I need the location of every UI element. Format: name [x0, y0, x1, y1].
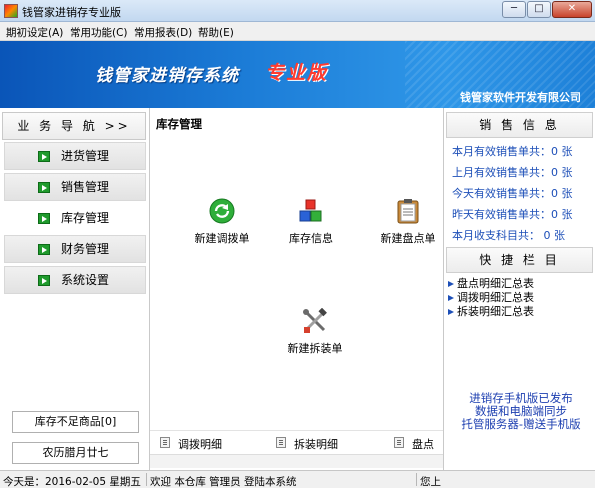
income-expense-count: 本月收支科目共： 0 张: [452, 229, 565, 242]
cubes-icon: [299, 199, 322, 222]
status-tail: 您上: [420, 476, 441, 488]
status-date: 今天是：2016-02-05 星期五: [3, 476, 141, 488]
nav-item-purchase[interactable]: 进货管理: [4, 142, 146, 170]
sales-today-count: 今天有效销售单共：0 张: [452, 187, 573, 200]
nav-item-finance[interactable]: 财务管理: [4, 235, 146, 263]
sales-last-month-count: 上月有效销售单共：0 张: [452, 166, 573, 179]
title-bar: 钱管家进销存专业版 ─ □ ✕: [0, 0, 595, 22]
window-title: 钱管家进销存专业版: [22, 6, 121, 19]
document-icon: [160, 437, 170, 448]
quick-link-assembly-summary[interactable]: 拆装明细汇总表: [448, 303, 534, 319]
nav-item-label: 销售管理: [61, 180, 110, 194]
minimize-button[interactable]: ─: [502, 1, 526, 18]
mobile-promo[interactable]: 进销存手机版已发布 数据和电脑端同步 托管服务器-赠送手机版: [450, 392, 592, 431]
tools-icon: [303, 308, 327, 333]
arrow-right-icon: [38, 151, 50, 162]
horizontal-scrollbar[interactable]: [150, 454, 443, 468]
tab-transfer-detail[interactable]: 调拨明细: [178, 436, 222, 452]
stock-shortage-button[interactable]: 库存不足商品[0]: [12, 411, 139, 433]
quick-links-header: 快 捷 栏 目: [446, 247, 593, 273]
tab-assembly-detail[interactable]: 拆装明细: [294, 436, 338, 452]
nav-item-inventory[interactable]: 库存管理: [4, 204, 146, 232]
status-separator: [146, 473, 147, 486]
bullet-arrow-icon: [448, 281, 454, 287]
page-title: 库存管理: [156, 117, 202, 131]
nav-item-label: 库存管理: [61, 211, 110, 225]
sales-month-count: 本月有效销售单共：0 张: [452, 145, 573, 158]
bullet-arrow-icon: [448, 295, 454, 301]
menu-common-reports[interactable]: 常用报表(D): [134, 25, 192, 40]
document-icon: [276, 437, 286, 448]
nav-item-label: 财务管理: [61, 242, 110, 256]
right-panel: 销 售 信 息 本月有效销售单共：0 张 上月有效销售单共：0 张 今天有效销售…: [443, 108, 595, 470]
status-welcome: 欢迎 本仓库 管理员 登陆本系统: [150, 476, 297, 488]
clipboard-icon: [397, 199, 419, 224]
arrow-right-icon: [38, 275, 50, 286]
status-separator: [416, 473, 417, 486]
status-bar: 今天是：2016-02-05 星期五 欢迎 本仓库 管理员 登陆本系统 您上: [0, 470, 595, 488]
promo-line: 托管服务器-赠送手机版: [461, 417, 581, 431]
app-icon: [4, 4, 18, 18]
new-stocktake-order[interactable]: 新建盘点单: [368, 198, 448, 246]
module-label: 库存信息: [289, 232, 333, 245]
left-navigation: 业 务 导 航 >> 进货管理 销售管理 库存管理 财务管理 系统设置 库存不足…: [0, 108, 150, 470]
banner-title: 钱管家进销存系统: [95, 66, 239, 86]
maximize-button[interactable]: □: [527, 1, 551, 18]
arrow-right-icon: [38, 182, 50, 193]
module-label: 新建盘点单: [380, 232, 436, 245]
refresh-icon: [209, 198, 235, 224]
menu-initial-setup[interactable]: 期初设定(A): [6, 25, 63, 40]
sales-info-header: 销 售 信 息: [446, 112, 593, 138]
banner-company: 钱管家软件开发有限公司: [460, 91, 581, 104]
nav-item-sales[interactable]: 销售管理: [4, 173, 146, 201]
banner: 钱管家进销存系统 专业版 钱管家软件开发有限公司: [0, 41, 595, 108]
menu-bar: 期初设定(A) 常用功能(C) 常用报表(D) 帮助(E): [0, 22, 595, 41]
nav-item-settings[interactable]: 系统设置: [4, 266, 146, 294]
inventory-info[interactable]: 库存信息: [271, 198, 351, 246]
close-button[interactable]: ✕: [552, 1, 592, 18]
main-panel: 库存管理 新建调拨单 库存信息 新建盘点单 新建拆装单 调拨明细 拆装明细 盘点: [150, 108, 443, 470]
bullet-arrow-icon: [448, 309, 454, 315]
quick-link-label: 拆装明细汇总表: [457, 305, 534, 318]
nav-item-label: 进货管理: [61, 149, 110, 163]
module-label: 新建调拨单: [194, 232, 250, 245]
menu-help[interactable]: 帮助(E): [198, 25, 234, 40]
document-icon: [394, 437, 404, 448]
menu-common-functions[interactable]: 常用功能(C): [70, 25, 128, 40]
lunar-date-button[interactable]: 农历腊月廿七: [12, 442, 139, 464]
new-assembly-order[interactable]: 新建拆装单: [275, 308, 355, 356]
sales-yesterday-count: 昨天有效销售单共：0 张: [452, 208, 573, 221]
new-transfer-order[interactable]: 新建调拨单: [182, 198, 262, 246]
module-label: 新建拆装单: [287, 342, 343, 355]
arrow-right-icon: [38, 213, 50, 224]
arrow-right-icon: [38, 244, 50, 255]
nav-item-label: 系统设置: [61, 273, 110, 287]
bottom-tabs: 调拨明细 拆装明细 盘点明: [150, 430, 443, 467]
banner-edition: 专业版: [265, 62, 329, 84]
nav-header[interactable]: 业 务 导 航 >>: [2, 112, 146, 140]
